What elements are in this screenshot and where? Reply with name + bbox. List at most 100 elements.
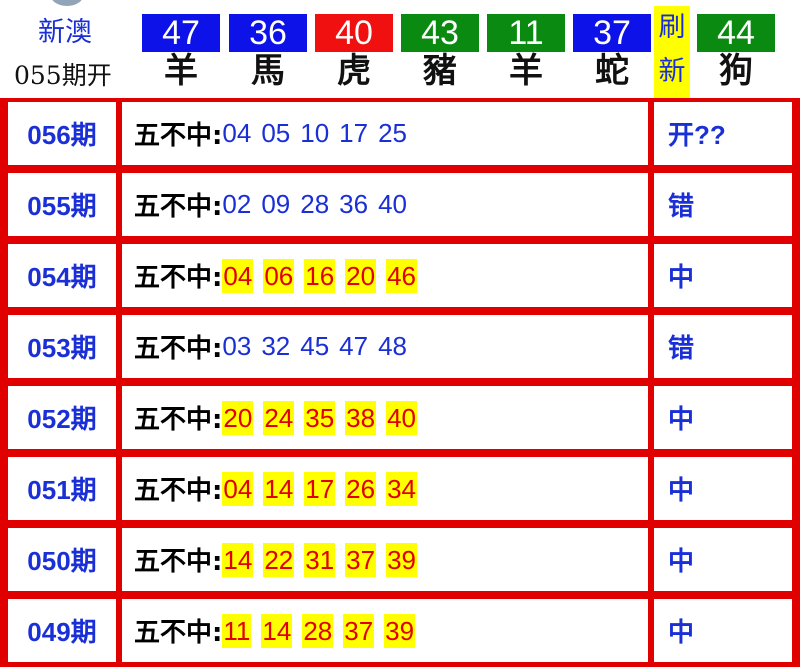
number: 06 bbox=[263, 258, 295, 293]
number: 39 bbox=[386, 542, 418, 577]
number: 14 bbox=[263, 471, 295, 506]
five-miss-label: 五不中: bbox=[134, 334, 223, 364]
period-cell: 052期 bbox=[8, 386, 116, 449]
number-list: 04 06 16 20 46 bbox=[222, 258, 418, 293]
result-zodiac: 羊 bbox=[164, 51, 198, 91]
period-cell: 049期 bbox=[8, 599, 116, 662]
result-zodiac: 馬 bbox=[251, 51, 285, 91]
table-row: 054期 五不中: 04 06 16 20 46 中 bbox=[0, 244, 800, 307]
number: 20 bbox=[345, 258, 377, 293]
numbers-cell: 五不中: 14 22 31 37 39 bbox=[122, 528, 648, 591]
number: 25 bbox=[378, 118, 408, 148]
number: 17 bbox=[339, 118, 369, 148]
numbers-cell: 五不中: 04 05 10 17 25 bbox=[122, 102, 648, 165]
number: 47 bbox=[339, 331, 369, 361]
number-list: 02 09 28 36 40 bbox=[222, 189, 407, 220]
result-ball: 37 bbox=[573, 14, 651, 52]
table-row: 055期 五不中: 02 09 28 36 40 错 bbox=[0, 173, 800, 236]
number: 05 bbox=[261, 118, 291, 148]
result-cell: 开?? bbox=[654, 102, 792, 165]
logo-icon bbox=[50, 0, 84, 6]
number: 46 bbox=[386, 258, 418, 293]
numbers-cell: 五不中: 04 06 16 20 46 bbox=[122, 244, 648, 307]
result-cell: 中 bbox=[654, 599, 792, 662]
number-list: 14 22 31 37 39 bbox=[222, 542, 418, 577]
site-title: 新澳 bbox=[38, 17, 92, 48]
table-row: 056期 五不中: 04 05 10 17 25 开?? bbox=[0, 102, 800, 165]
five-miss-label: 五不中: bbox=[134, 618, 223, 648]
number: 39 bbox=[384, 613, 416, 648]
number: 22 bbox=[263, 542, 295, 577]
result-cell: 中 bbox=[654, 386, 792, 449]
refresh-button[interactable]: 刷新 bbox=[654, 6, 690, 98]
number: 26 bbox=[345, 471, 377, 506]
result-cell: 中 bbox=[654, 244, 792, 307]
numbers-cell: 五不中: 20 24 35 38 40 bbox=[122, 386, 648, 449]
period-cell: 053期 bbox=[8, 315, 116, 378]
number: 36 bbox=[339, 189, 369, 219]
result-zodiac: 豬 bbox=[423, 51, 457, 91]
number: 28 bbox=[300, 189, 330, 219]
five-miss-label: 五不中: bbox=[134, 547, 223, 577]
result-zodiac: 羊 bbox=[509, 51, 543, 91]
result-ball: 43 bbox=[401, 14, 479, 52]
result-ball: 47 bbox=[142, 14, 220, 52]
number: 11 bbox=[222, 613, 252, 648]
number-list: 11 14 28 37 39 bbox=[222, 613, 416, 648]
period-cell: 056期 bbox=[8, 102, 116, 165]
five-miss-label: 五不中: bbox=[134, 121, 223, 151]
number-list: 04 05 10 17 25 bbox=[222, 118, 407, 149]
number: 09 bbox=[261, 189, 291, 219]
number: 03 bbox=[222, 331, 252, 361]
number: 37 bbox=[345, 542, 377, 577]
number: 04 bbox=[222, 118, 252, 148]
result-cell: 中 bbox=[654, 457, 792, 520]
number-list: 03 32 45 47 48 bbox=[222, 331, 407, 362]
number: 04 bbox=[222, 471, 254, 506]
table-row: 053期 五不中: 03 32 45 47 48 错 bbox=[0, 315, 800, 378]
number: 20 bbox=[222, 400, 254, 435]
header: 新澳 055期开 47 羊 36 馬 40 虎 43 豬 11 羊 37 蛇 刷新 44 狗 bbox=[0, 0, 800, 98]
five-miss-label: 五不中: bbox=[134, 192, 223, 222]
period-cell: 054期 bbox=[8, 244, 116, 307]
number: 38 bbox=[345, 400, 377, 435]
five-miss-label: 五不中: bbox=[134, 405, 223, 435]
number: 34 bbox=[386, 471, 418, 506]
result-ball: 11 bbox=[487, 14, 565, 52]
period-cell: 055期 bbox=[8, 173, 116, 236]
number: 10 bbox=[300, 118, 330, 148]
number: 16 bbox=[304, 258, 336, 293]
numbers-cell: 五不中: 02 09 28 36 40 bbox=[122, 173, 648, 236]
result-zodiac: 蛇 bbox=[595, 51, 629, 91]
number: 48 bbox=[378, 331, 408, 361]
period-cell: 051期 bbox=[8, 457, 116, 520]
number: 31 bbox=[304, 542, 336, 577]
table-row: 051期 五不中: 04 14 17 26 34 中 bbox=[0, 457, 800, 520]
numbers-cell: 五不中: 04 14 17 26 34 bbox=[122, 457, 648, 520]
result-ball: 40 bbox=[315, 14, 393, 52]
number: 40 bbox=[378, 189, 408, 219]
special-ball: 44 bbox=[697, 14, 775, 52]
result-ball: 36 bbox=[229, 14, 307, 52]
number: 14 bbox=[261, 613, 293, 648]
number: 28 bbox=[302, 613, 334, 648]
number: 04 bbox=[222, 258, 254, 293]
result-cell: 错 bbox=[654, 315, 792, 378]
table-row: 050期 五不中: 14 22 31 37 39 中 bbox=[0, 528, 800, 591]
numbers-cell: 五不中: 03 32 45 47 48 bbox=[122, 315, 648, 378]
result-cell: 错 bbox=[654, 173, 792, 236]
result-cell: 中 bbox=[654, 528, 792, 591]
number: 35 bbox=[304, 400, 336, 435]
period-cell: 050期 bbox=[8, 528, 116, 591]
number-list: 04 14 17 26 34 bbox=[222, 471, 418, 506]
number: 45 bbox=[300, 331, 330, 361]
table-row: 049期 五不中: 11 14 28 37 39 中 bbox=[0, 599, 800, 662]
prediction-table: 056期 五不中: 04 05 10 17 25 开?? 055期 五不中: 02 09 28 36 40 错… bbox=[0, 98, 800, 667]
special-zodiac: 狗 bbox=[719, 51, 753, 91]
refresh-label: 刷新 bbox=[658, 12, 686, 87]
number: 40 bbox=[386, 400, 418, 435]
number-list: 20 24 35 38 40 bbox=[222, 400, 418, 435]
number: 32 bbox=[261, 331, 291, 361]
numbers-cell: 五不中: 11 14 28 37 39 bbox=[122, 599, 648, 662]
five-miss-label: 五不中: bbox=[134, 263, 223, 293]
